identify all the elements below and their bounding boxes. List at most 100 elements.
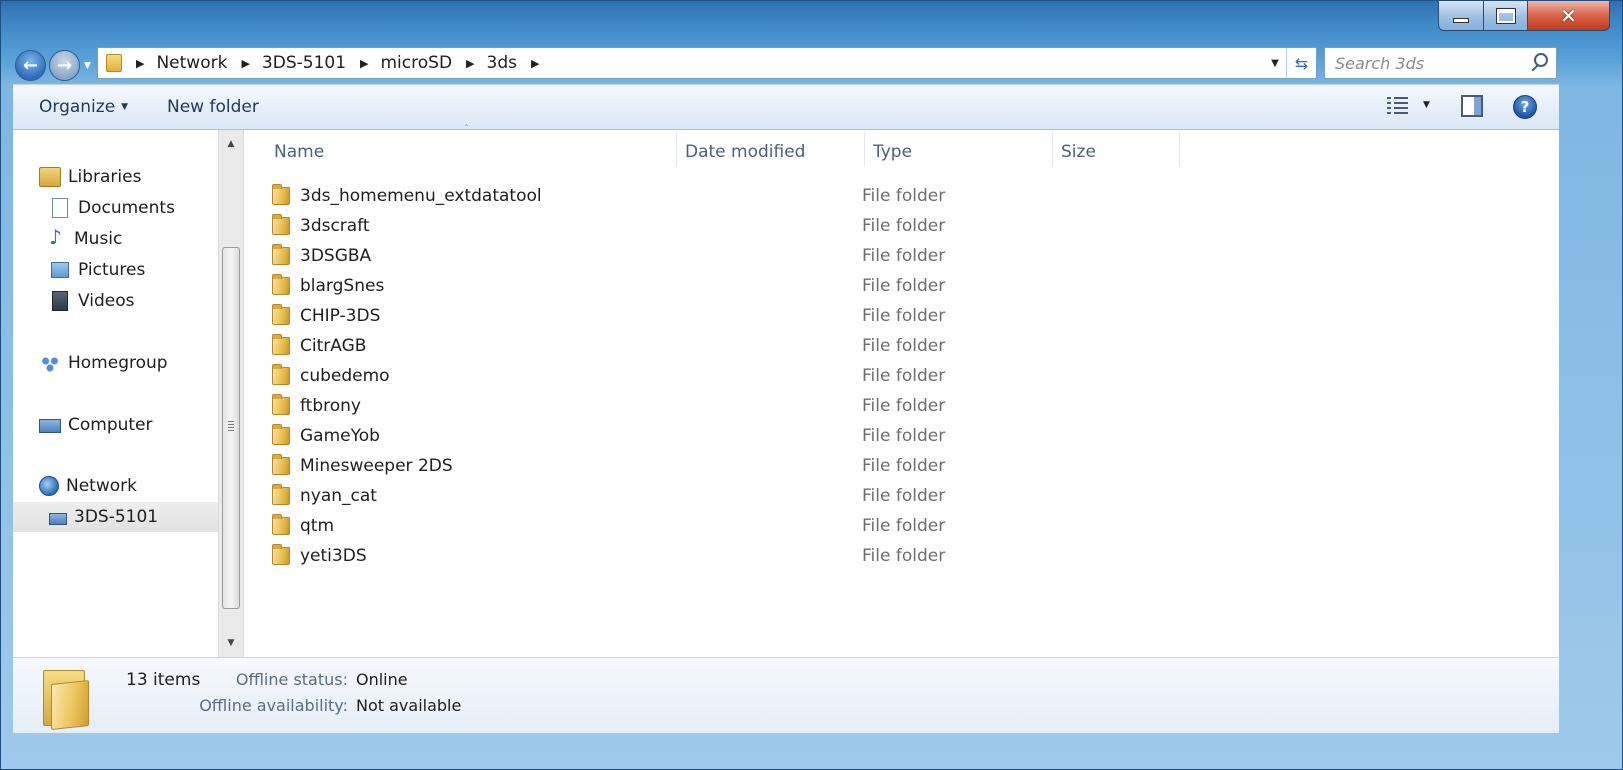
file-row[interactable]: Minesweeper 2DS File folder (272, 452, 1072, 480)
column-divider[interactable] (1179, 132, 1180, 166)
chevron-right-icon: ▶ (530, 56, 540, 70)
file-row[interactable]: qtm File folder (272, 512, 1072, 540)
change-view-icon[interactable] (1387, 97, 1409, 115)
refresh-icon[interactable]: ⇆ (1286, 48, 1316, 78)
forward-button[interactable]: → (49, 50, 80, 81)
file-row[interactable]: ftbrony File folder (272, 392, 1072, 420)
column-divider[interactable] (864, 132, 865, 166)
file-name: GameYob (300, 426, 380, 446)
videos-icon (52, 291, 68, 311)
search-icon[interactable] (1528, 49, 1556, 77)
address-bar[interactable]: ▶ Network ▶ 3DS-5101 ▶ microSD ▶ 3ds ▶ ▼… (97, 47, 1317, 79)
nav-item-libraries[interactable]: Libraries (39, 163, 141, 191)
file-row[interactable]: blargSnes File folder (272, 272, 1072, 300)
nav-item-computer[interactable]: Computer (39, 411, 153, 439)
file-type: File folder (862, 306, 946, 326)
preview-pane-icon[interactable] (1461, 95, 1483, 117)
file-name: cubedemo (300, 366, 390, 386)
breadcrumb-label: 3ds (486, 53, 517, 73)
navigation-pane: Libraries Documents Music Pictures Video… (13, 130, 218, 657)
file-type: File folder (862, 216, 946, 236)
file-row[interactable]: 3DSGBA File folder (272, 242, 1072, 270)
nav-item-music[interactable]: Music (49, 225, 122, 253)
organize-menu-button[interactable]: Organize ▼ (39, 97, 128, 117)
file-name: 3DSGBA (300, 246, 372, 266)
scrollbar-thumb[interactable] (222, 247, 240, 609)
offline-availability-label: Offline availability: (199, 696, 348, 715)
column-header-type[interactable]: Type (873, 142, 912, 168)
breadcrumb-label: 3DS-5101 (261, 53, 347, 73)
column-size-label: Size (1061, 142, 1096, 162)
nav-item-homegroup[interactable]: Homegroup (39, 349, 168, 377)
close-button[interactable]: ✕ (1528, 1, 1610, 31)
back-button[interactable]: ← (15, 50, 46, 81)
libraries-icon (39, 167, 61, 187)
breadcrumb-network[interactable]: Network ▶ (156, 53, 261, 73)
nav-item-network[interactable]: Network (39, 472, 137, 500)
client-area: Libraries Documents Music Pictures Video… (13, 124, 1559, 657)
chevron-right-icon: ▶ (360, 56, 369, 70)
column-divider[interactable] (676, 132, 677, 166)
minimize-button[interactable] (1438, 1, 1484, 31)
breadcrumb-root-arrow[interactable]: ▶ (132, 57, 156, 70)
pictures-icon (51, 262, 69, 278)
search-box[interactable]: Search 3ds (1324, 47, 1557, 79)
breadcrumb-microsd[interactable]: microSD ▶ (381, 53, 487, 73)
file-row[interactable]: yeti3DS File folder (272, 542, 1072, 570)
chevron-right-icon: ▶ (241, 56, 250, 70)
search-input[interactable]: Search 3ds (1335, 54, 1528, 73)
navigation-pane-scrollbar[interactable]: ▲ ▼ (218, 130, 244, 657)
nav-item-label: Homegroup (68, 353, 168, 373)
offline-status-value: Online (356, 670, 408, 689)
nav-item-documents[interactable]: Documents (49, 194, 175, 222)
column-divider[interactable] (1052, 132, 1053, 166)
organize-label: Organize (39, 97, 116, 117)
file-type: File folder (862, 546, 946, 566)
file-row[interactable]: 3ds_homemenu_extdatatool File folder (272, 182, 1072, 210)
recent-pages-dropdown-icon[interactable]: ▼ (84, 61, 91, 71)
file-type: File folder (862, 276, 946, 296)
column-name-label: Name (274, 142, 325, 162)
column-type-label: Type (873, 142, 913, 162)
maximize-button[interactable] (1484, 1, 1528, 31)
file-name: blargSnes (300, 276, 385, 296)
file-name: 3ds_homemenu_extdatatool (300, 186, 542, 206)
breadcrumb-3ds[interactable]: 3ds ▶ (487, 53, 552, 73)
file-name: qtm (300, 516, 335, 536)
scroll-up-arrow-icon[interactable]: ▲ (219, 134, 243, 154)
file-type: File folder (862, 486, 946, 506)
forward-arrow-icon: → (56, 55, 73, 76)
documents-icon (52, 198, 68, 218)
breadcrumb-device[interactable]: 3DS-5101 ▶ (262, 53, 381, 73)
file-row[interactable]: CHIP-3DS File folder (272, 302, 1072, 330)
column-header-date-modified[interactable]: Date modified (685, 142, 805, 168)
nav-item-label: Computer (68, 415, 153, 435)
column-header-name[interactable]: Name (274, 142, 324, 168)
file-row[interactable]: cubedemo File folder (272, 362, 1072, 390)
music-icon (49, 225, 67, 249)
file-row[interactable]: CitrAGB File folder (272, 332, 1072, 360)
nav-item-pictures[interactable]: Pictures (49, 256, 145, 284)
file-row[interactable]: GameYob File folder (272, 422, 1072, 450)
nav-item-label: Network (66, 476, 137, 496)
new-folder-button[interactable]: New folder (167, 97, 259, 117)
folder-icon (272, 424, 290, 445)
folder-icon (272, 184, 290, 205)
help-icon[interactable]: ? (1513, 95, 1537, 119)
nav-item-label: Documents (78, 198, 175, 218)
breadcrumb-label: Network (156, 53, 228, 73)
column-header-size[interactable]: Size (1061, 142, 1096, 168)
nav-item-3ds-5101[interactable]: 3DS-5101 (13, 502, 218, 532)
folder-icon (106, 54, 122, 72)
scroll-down-arrow-icon[interactable]: ▼ (219, 633, 243, 653)
view-options-dropdown-icon[interactable]: ▼ (1423, 100, 1430, 110)
file-name: yeti3DS (300, 546, 367, 566)
file-row[interactable]: 3dscraft File folder (272, 212, 1072, 240)
file-type: File folder (862, 366, 946, 386)
nav-item-videos[interactable]: Videos (49, 287, 135, 315)
minimize-icon (1453, 18, 1469, 23)
file-type: File folder (862, 516, 946, 536)
sort-caret-icon: ˆ (464, 124, 469, 135)
file-row[interactable]: nyan_cat File folder (272, 482, 1072, 510)
address-history-dropdown-icon[interactable]: ▼ (1264, 48, 1286, 78)
